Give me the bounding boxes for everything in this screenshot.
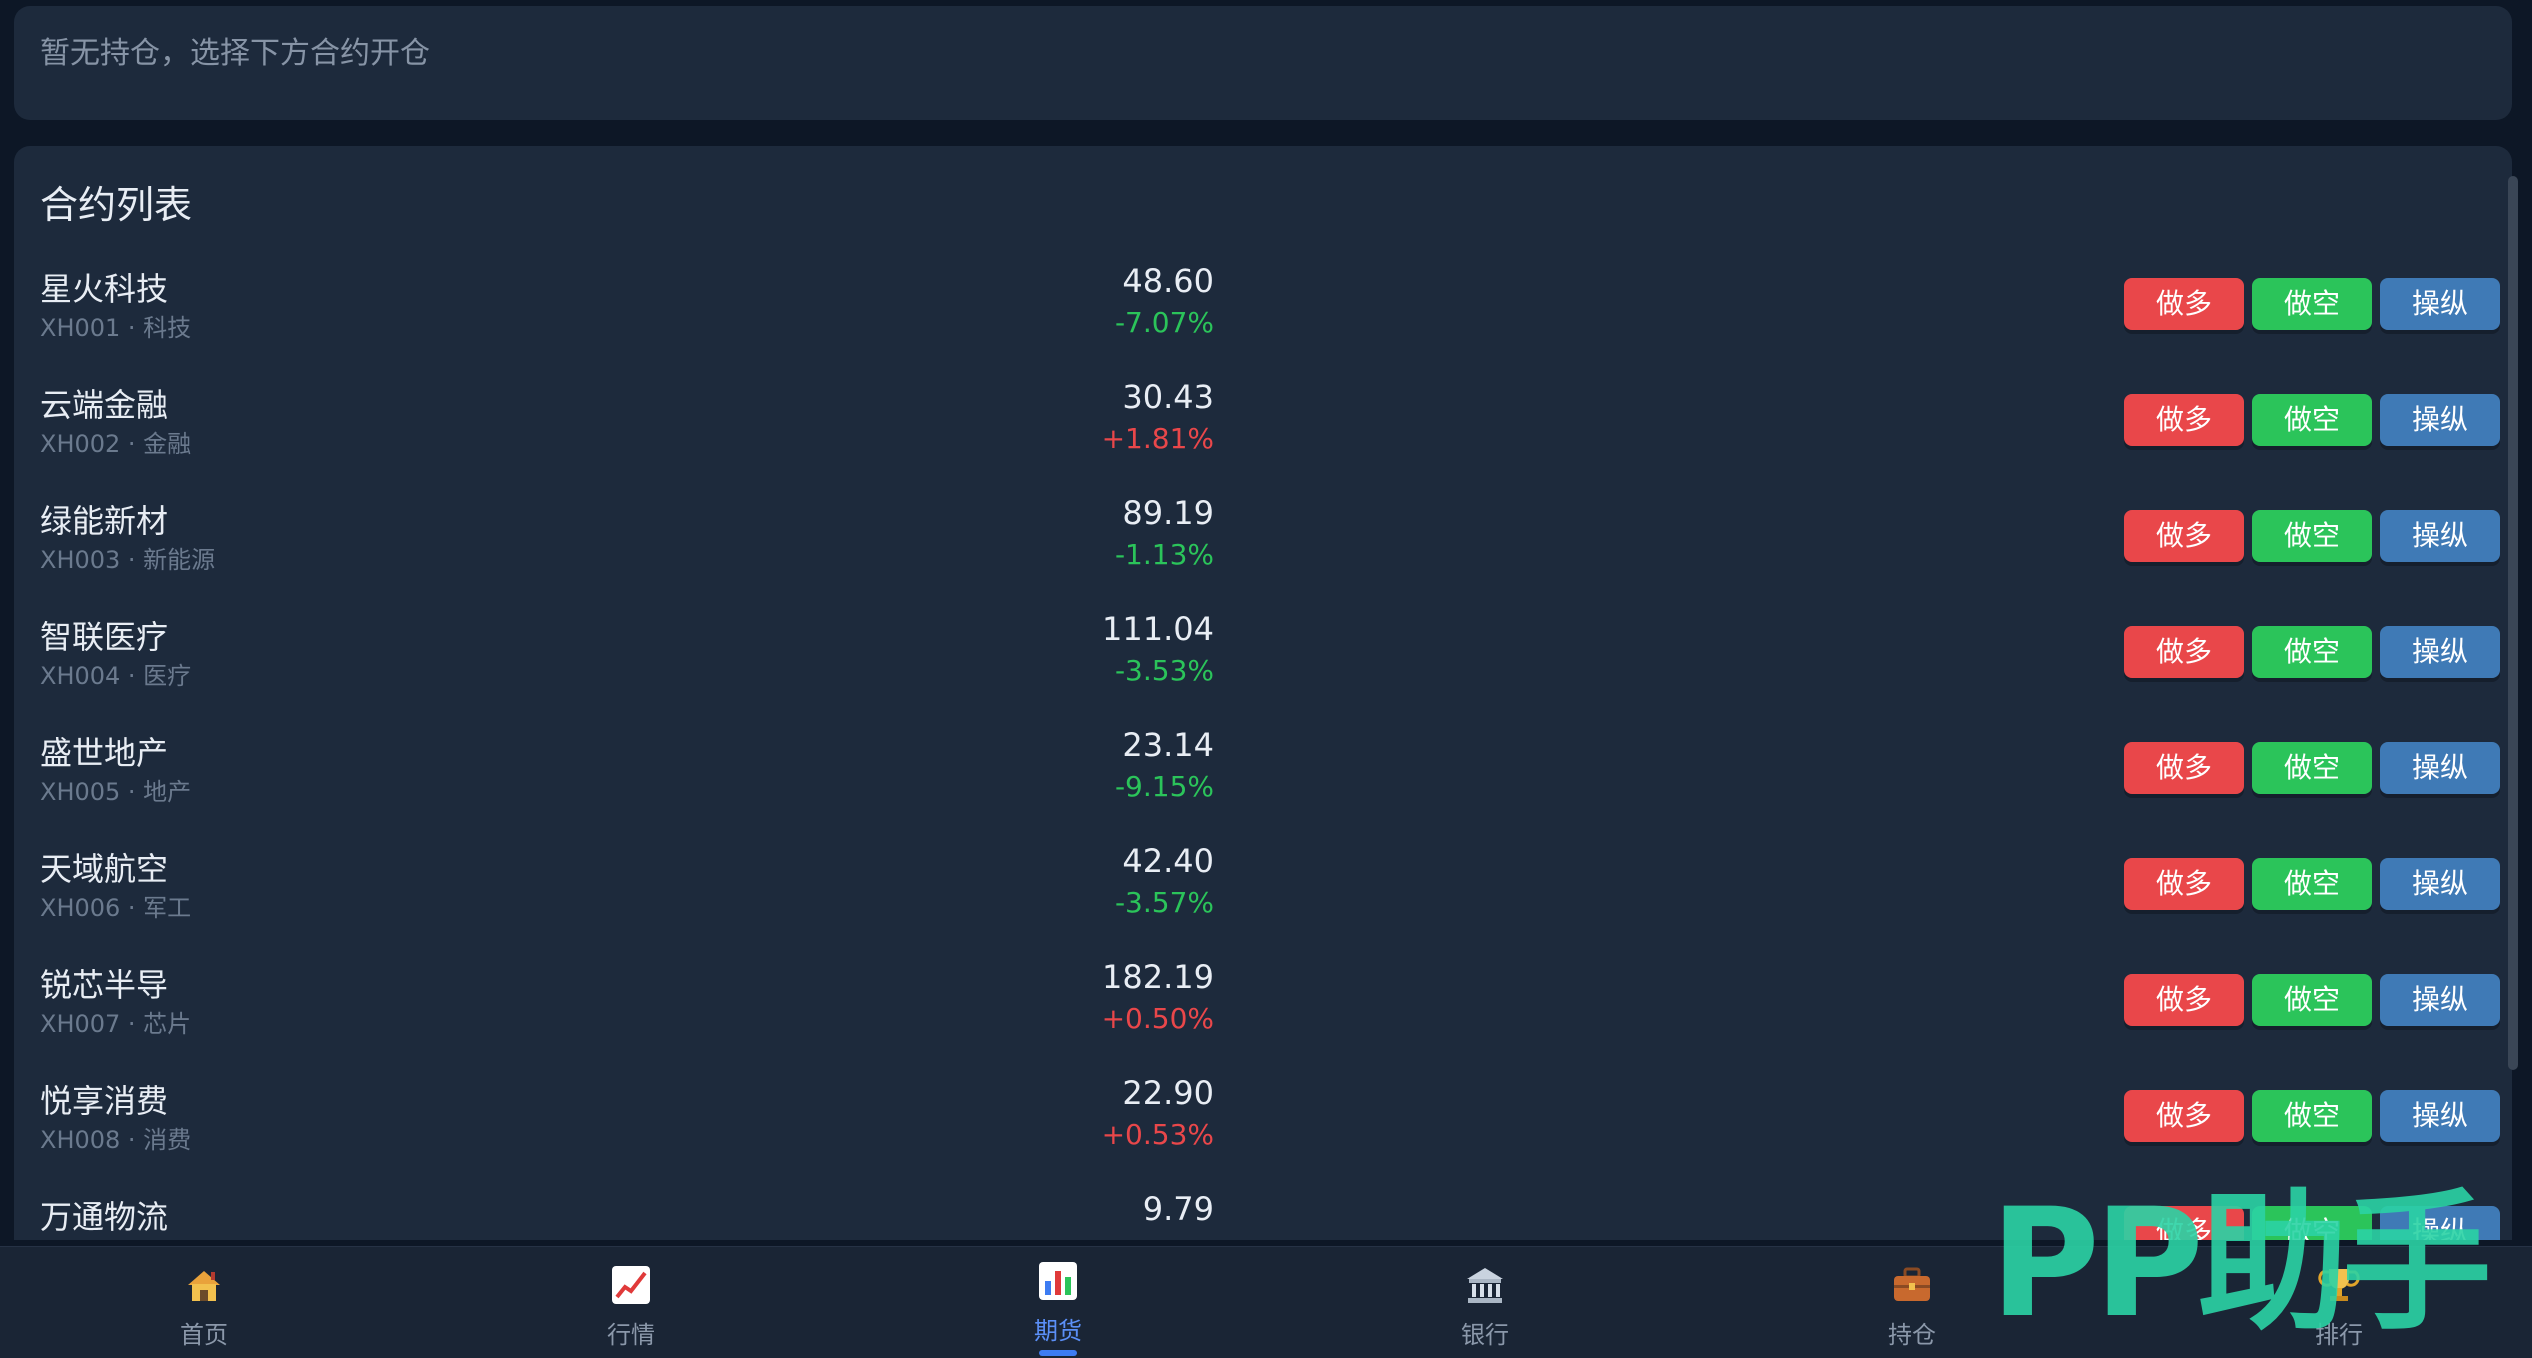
long-button[interactable]: 做多 [2124, 974, 2244, 1026]
contract-actions: 做多 做空 操纵 [2124, 742, 2500, 794]
short-button[interactable]: 做空 [2252, 510, 2372, 562]
control-button[interactable]: 操纵 [2380, 974, 2500, 1026]
contract-actions: 做多 做空 操纵 [2124, 974, 2500, 1026]
long-button[interactable]: 做多 [2124, 742, 2244, 794]
contract-name: 云端金融 [40, 386, 169, 424]
futures-page: 暂无持仓，选择下方合约开仓 合约列表 星火科技 XH001 · 科技 48.60 -7… [0, 0, 2532, 1358]
contract-row: 星火科技 XH001 · 科技 48.60 -7.07% 做多 做空 操纵 [14, 258, 2512, 374]
control-button[interactable]: 操纵 [2380, 1090, 2500, 1142]
bar-chart-icon [1039, 1262, 1077, 1300]
contract-code: XH004 · 医疗 [40, 662, 192, 690]
long-button[interactable]: 做多 [2124, 278, 2244, 330]
nav-item-market[interactable]: 行情 [551, 1263, 711, 1350]
contract-price: 9.79 [1142, 1190, 1214, 1228]
short-button[interactable]: 做空 [2252, 858, 2372, 910]
contract-price: 89.19 [1122, 494, 1214, 532]
contract-code: XH007 · 芯片 [40, 1010, 192, 1038]
contract-name: 星火科技 [40, 270, 169, 308]
nav-label: 持仓 [1888, 1321, 1936, 1349]
short-button[interactable]: 做空 [2252, 1090, 2372, 1142]
nav-item-positions[interactable]: 持仓 [1832, 1263, 1992, 1350]
contracts-title: 合约列表 [40, 183, 193, 227]
contract-name: 盛世地产 [40, 734, 169, 772]
contract-row: 智联医疗 XH004 · 医疗 111.04 -3.53% 做多 做空 操纵 [14, 606, 2512, 722]
nav-item-futures[interactable]: 期货 [978, 1259, 1138, 1346]
contract-price: 30.43 [1122, 378, 1214, 416]
long-button[interactable]: 做多 [2124, 626, 2244, 678]
contract-row: 绿能新材 XH003 · 新能源 89.19 -1.13% 做多 做空 操纵 [14, 490, 2512, 606]
short-button[interactable]: 做空 [2252, 278, 2372, 330]
short-button[interactable]: 做空 [2252, 974, 2372, 1026]
bank-icon [1467, 1268, 1503, 1303]
contract-code: XH008 · 消费 [40, 1126, 192, 1154]
contract-name: 天域航空 [40, 850, 169, 888]
contract-price: 23.14 [1122, 726, 1214, 764]
contract-actions: 做多 做空 操纵 [2124, 626, 2500, 678]
contract-actions: 做多 做空 操纵 [2124, 858, 2500, 910]
contracts-list: 星火科技 XH001 · 科技 48.60 -7.07% 做多 做空 操纵 云端金融 XH002… [14, 258, 2512, 1240]
control-button[interactable]: 操纵 [2380, 394, 2500, 446]
short-button[interactable]: 做空 [2252, 626, 2372, 678]
contract-code: XH005 · 地产 [40, 778, 192, 806]
contract-name: 锐芯半导 [40, 966, 169, 1004]
contract-actions: 做多 做空 操纵 [2124, 1090, 2500, 1142]
contract-change: -3.53% [1114, 654, 1214, 687]
contract-change: +0.50% [1101, 1002, 1214, 1035]
long-button[interactable]: 做多 [2124, 394, 2244, 446]
nav-label: 首页 [180, 1321, 228, 1349]
contract-row: 锐芯半导 XH007 · 芯片 182.19 +0.50% 做多 做空 操纵 [14, 954, 2512, 1070]
contract-price: 182.19 [1102, 958, 1214, 996]
nav-item-home[interactable]: 首页 [124, 1263, 284, 1350]
chart-line-icon [612, 1266, 650, 1304]
nav-label: 银行 [1461, 1321, 1509, 1349]
contract-name: 万通物流 [40, 1198, 169, 1236]
briefcase-icon [1894, 1267, 1930, 1301]
contract-code: XH002 · 金融 [40, 430, 192, 458]
contract-change: -7.07% [1114, 306, 1214, 339]
contract-price: 22.90 [1122, 1074, 1214, 1112]
nav-active-indicator [1039, 1350, 1077, 1356]
contract-price: 48.60 [1122, 262, 1214, 300]
home-icon [188, 1271, 220, 1301]
contract-change: -1.13% [1114, 538, 1214, 571]
short-button[interactable]: 做空 [2252, 742, 2372, 794]
control-button[interactable]: 操纵 [2380, 626, 2500, 678]
control-button[interactable]: 操纵 [2380, 858, 2500, 910]
control-button[interactable]: 操纵 [2380, 742, 2500, 794]
contract-code: XH001 · 科技 [40, 314, 192, 342]
contract-change: -3.57% [1114, 886, 1214, 919]
contract-row: 天域航空 XH006 · 军工 42.40 -3.57% 做多 做空 操纵 [14, 838, 2512, 954]
contract-actions: 做多 做空 操纵 [2124, 394, 2500, 446]
contract-actions: 做多 做空 操纵 [2124, 278, 2500, 330]
positions-card: 暂无持仓，选择下方合约开仓 [14, 6, 2512, 120]
contract-row: 云端金融 XH002 · 金融 30.43 +1.81% 做多 做空 操纵 [14, 374, 2512, 490]
contract-row: 盛世地产 XH005 · 地产 23.14 -9.15% 做多 做空 操纵 [14, 722, 2512, 838]
contract-price: 42.40 [1122, 842, 1214, 880]
contract-name: 悦享消费 [40, 1082, 169, 1120]
long-button[interactable]: 做多 [2124, 1090, 2244, 1142]
contract-name: 智联医疗 [40, 618, 169, 656]
contract-price: 111.04 [1102, 610, 1214, 648]
contract-actions: 做多 做空 操纵 [2124, 510, 2500, 562]
contracts-card: 合约列表 星火科技 XH001 · 科技 48.60 -7.07% 做多 做空 操纵 云端金融… [14, 146, 2512, 1240]
contract-change: +0.53% [1101, 1118, 1214, 1151]
contract-code: XH003 · 新能源 [40, 546, 216, 574]
contract-row: 悦享消费 XH008 · 消费 22.90 +0.53% 做多 做空 操纵 [14, 1070, 2512, 1186]
control-button[interactable]: 操纵 [2380, 510, 2500, 562]
contract-change: -9.15% [1114, 770, 1214, 803]
nav-label: 期货 [1034, 1317, 1082, 1345]
control-button[interactable]: 操纵 [2380, 278, 2500, 330]
long-button[interactable]: 做多 [2124, 510, 2244, 562]
watermark: PP助手 [1990, 1184, 2492, 1344]
long-button[interactable]: 做多 [2124, 858, 2244, 910]
contract-code: XH006 · 军工 [40, 894, 192, 922]
positions-empty-text: 暂无持仓，选择下方合约开仓 [40, 36, 430, 71]
scrollbar[interactable] [2508, 176, 2518, 1070]
contract-change: +1.81% [1101, 422, 1214, 455]
nav-label: 行情 [607, 1321, 655, 1349]
nav-item-bank[interactable]: 银行 [1405, 1263, 1565, 1350]
short-button[interactable]: 做空 [2252, 394, 2372, 446]
contract-name: 绿能新材 [40, 502, 169, 540]
